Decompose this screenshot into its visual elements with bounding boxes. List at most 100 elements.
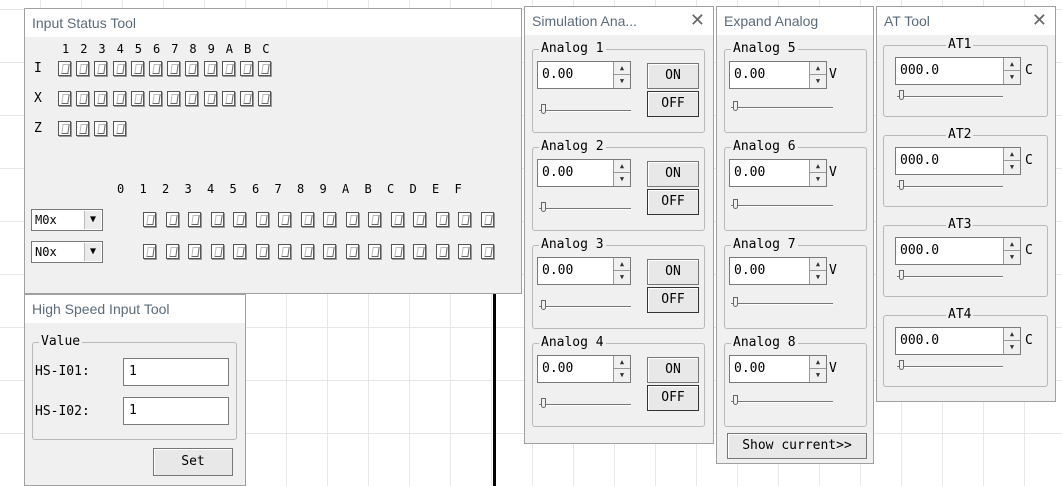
slider[interactable] xyxy=(731,395,833,405)
status-checkbox[interactable] xyxy=(167,61,181,76)
status-checkbox[interactable] xyxy=(345,244,359,259)
spin-up-icon[interactable]: ▲ xyxy=(810,160,826,173)
on-button[interactable]: ON xyxy=(647,161,699,187)
status-checkbox[interactable] xyxy=(188,212,201,227)
value-spinner[interactable]: 0.00 ▲ ▼ xyxy=(729,159,827,187)
spin-up-icon[interactable]: ▲ xyxy=(810,62,826,75)
status-checkbox[interactable] xyxy=(165,244,179,259)
spin-down-icon[interactable]: ▼ xyxy=(1004,341,1020,353)
status-checkbox[interactable] xyxy=(203,61,217,76)
hs-i01-input[interactable]: 1 xyxy=(123,358,229,386)
slider-thumb[interactable] xyxy=(733,297,738,307)
status-checkbox[interactable] xyxy=(130,91,144,106)
value-spinner[interactable]: 000.0 ▲ ▼ xyxy=(895,57,1021,85)
slider-thumb[interactable] xyxy=(733,395,738,405)
status-checkbox[interactable] xyxy=(149,91,162,106)
chevron-down-icon[interactable]: ▼ xyxy=(84,211,101,229)
spin-buttons[interactable]: ▲ ▼ xyxy=(1003,58,1020,84)
spin-up-icon[interactable]: ▲ xyxy=(614,356,630,369)
status-checkbox[interactable] xyxy=(188,244,201,259)
status-checkbox[interactable] xyxy=(112,61,126,76)
bank-select[interactable]: N0x ▼ xyxy=(31,241,103,263)
status-checkbox[interactable] xyxy=(458,212,471,227)
close-icon[interactable]: ✕ xyxy=(690,7,705,35)
slider-thumb[interactable] xyxy=(541,202,546,212)
status-checkbox[interactable] xyxy=(76,91,90,106)
slider-thumb[interactable] xyxy=(733,199,738,209)
status-checkbox[interactable] xyxy=(390,244,404,259)
status-checkbox[interactable] xyxy=(210,244,224,259)
slider-thumb[interactable] xyxy=(541,104,546,114)
slider-thumb[interactable] xyxy=(541,300,546,310)
status-checkbox[interactable] xyxy=(210,212,224,227)
status-checkbox[interactable] xyxy=(58,121,71,136)
spin-down-icon[interactable]: ▼ xyxy=(614,75,630,87)
slider[interactable] xyxy=(897,360,1003,370)
off-button[interactable]: OFF xyxy=(647,385,699,411)
value-spinner[interactable]: 000.0 ▲ ▼ xyxy=(895,237,1021,265)
status-checkbox[interactable] xyxy=(149,61,162,76)
spin-down-icon[interactable]: ▼ xyxy=(1004,71,1020,83)
value-spinner[interactable]: 0.00 ▲ ▼ xyxy=(537,257,631,285)
spin-buttons[interactable]: ▲ ▼ xyxy=(1003,328,1020,354)
spin-up-icon[interactable]: ▲ xyxy=(810,356,826,369)
spin-up-icon[interactable]: ▲ xyxy=(1004,328,1020,341)
off-button[interactable]: OFF xyxy=(647,287,699,313)
spin-buttons[interactable]: ▲ ▼ xyxy=(613,62,630,88)
status-checkbox[interactable] xyxy=(345,212,359,227)
spin-buttons[interactable]: ▲ ▼ xyxy=(809,62,826,88)
close-icon[interactable]: ✕ xyxy=(1032,7,1047,35)
status-checkbox[interactable] xyxy=(458,244,471,259)
slider[interactable] xyxy=(539,104,631,114)
status-checkbox[interactable] xyxy=(278,244,291,259)
status-checkbox[interactable] xyxy=(480,212,494,227)
status-checkbox[interactable] xyxy=(240,91,253,106)
slider[interactable] xyxy=(897,270,1003,280)
status-checkbox[interactable] xyxy=(112,91,126,106)
status-checkbox[interactable] xyxy=(435,212,449,227)
set-button[interactable]: Set xyxy=(153,448,233,476)
spin-buttons[interactable]: ▲ ▼ xyxy=(613,160,630,186)
spin-buttons[interactable]: ▲ ▼ xyxy=(613,258,630,284)
slider[interactable] xyxy=(731,101,833,111)
status-checkbox[interactable] xyxy=(390,212,404,227)
status-checkbox[interactable] xyxy=(323,212,336,227)
status-checkbox[interactable] xyxy=(221,91,235,106)
status-checkbox[interactable] xyxy=(76,61,90,76)
spin-down-icon[interactable]: ▼ xyxy=(614,271,630,283)
status-checkbox[interactable] xyxy=(278,212,291,227)
hs-i02-input[interactable]: 1 xyxy=(123,397,229,425)
status-checkbox[interactable] xyxy=(165,212,179,227)
spin-up-icon[interactable]: ▲ xyxy=(614,258,630,271)
spin-up-icon[interactable]: ▲ xyxy=(614,160,630,173)
spin-buttons[interactable]: ▲ ▼ xyxy=(613,356,630,382)
status-checkbox[interactable] xyxy=(413,244,426,259)
spin-buttons[interactable]: ▲ ▼ xyxy=(809,356,826,382)
on-button[interactable]: ON xyxy=(647,357,699,383)
status-checkbox[interactable] xyxy=(368,212,381,227)
on-button[interactable]: ON xyxy=(647,63,699,89)
slider[interactable] xyxy=(539,202,631,212)
spin-down-icon[interactable]: ▼ xyxy=(810,75,826,87)
value-spinner[interactable]: 000.0 ▲ ▼ xyxy=(895,147,1021,175)
chevron-down-icon[interactable]: ▼ xyxy=(84,243,101,261)
slider[interactable] xyxy=(897,90,1003,100)
spin-up-icon[interactable]: ▲ xyxy=(1004,148,1020,161)
status-checkbox[interactable] xyxy=(323,244,336,259)
spin-buttons[interactable]: ▲ ▼ xyxy=(1003,148,1020,174)
spin-buttons[interactable]: ▲ ▼ xyxy=(809,160,826,186)
spin-down-icon[interactable]: ▼ xyxy=(614,369,630,381)
value-spinner[interactable]: 000.0 ▲ ▼ xyxy=(895,327,1021,355)
status-checkbox[interactable] xyxy=(258,61,272,76)
off-button[interactable]: OFF xyxy=(647,91,699,117)
slider-thumb[interactable] xyxy=(733,101,738,111)
slider[interactable] xyxy=(731,297,833,307)
spin-down-icon[interactable]: ▼ xyxy=(1004,251,1020,263)
status-checkbox[interactable] xyxy=(94,91,108,106)
status-checkbox[interactable] xyxy=(258,91,272,106)
value-spinner[interactable]: 0.00 ▲ ▼ xyxy=(729,355,827,383)
slider[interactable] xyxy=(539,300,631,310)
slider[interactable] xyxy=(539,398,631,408)
spin-up-icon[interactable]: ▲ xyxy=(810,258,826,271)
bank-select[interactable]: M0x ▼ xyxy=(31,209,103,231)
